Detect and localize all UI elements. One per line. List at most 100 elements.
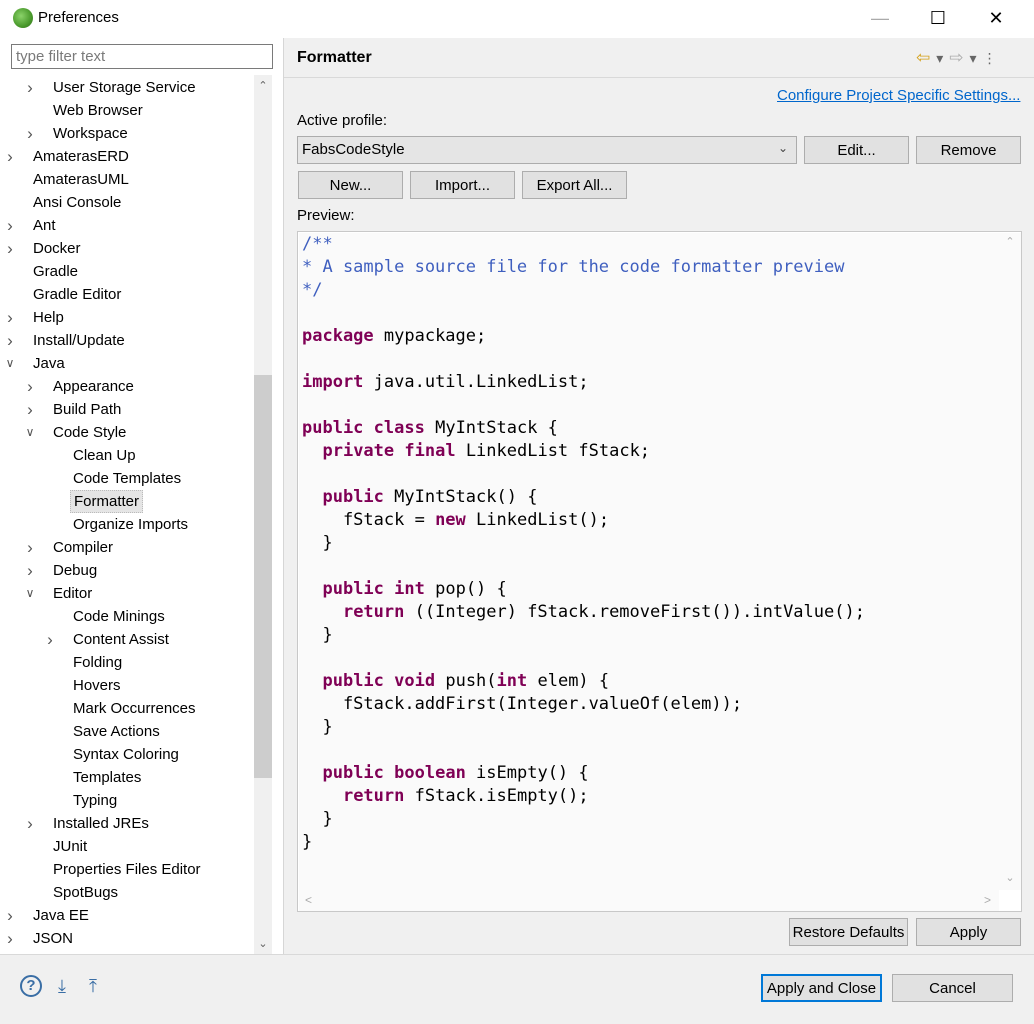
- code-preview-area[interactable]: /** * A sample source file for the code f…: [299, 233, 999, 890]
- chevron-down-icon[interactable]: ∨: [24, 421, 36, 444]
- tree-item[interactable]: › Ant: [0, 214, 255, 237]
- tree-item[interactable]: Organize Imports: [0, 513, 255, 536]
- tree-item[interactable]: › AmaterasERD: [0, 145, 255, 168]
- tree-item[interactable]: Ansi Console: [0, 191, 255, 214]
- preview-vertical-scrollbar[interactable]: ⌃ ⌄: [999, 233, 1021, 890]
- scroll-up-icon[interactable]: ⌃: [254, 77, 272, 95]
- chevron-right-icon[interactable]: ›: [24, 122, 36, 145]
- chevron-right-icon[interactable]: ›: [4, 237, 16, 260]
- scroll-down-icon[interactable]: ⌄: [254, 935, 272, 953]
- tree-item[interactable]: › Docker: [0, 237, 255, 260]
- code-token: mypackage;: [373, 326, 487, 346]
- tree-item[interactable]: Clean Up: [0, 444, 255, 467]
- tree-item-label: Help: [33, 309, 64, 326]
- tree-item[interactable]: › Installed JREs: [0, 812, 255, 835]
- scrollbar-thumb[interactable]: [254, 375, 272, 778]
- export-icon[interactable]: ⤒: [82, 975, 104, 997]
- tree-item[interactable]: Hovers: [0, 674, 255, 697]
- tree-item[interactable]: › User Storage Service: [0, 76, 255, 99]
- export-all-button[interactable]: Export All...: [522, 171, 627, 199]
- code-line: public MyIntStack() {: [302, 486, 865, 509]
- tree-item[interactable]: ∨ Java: [0, 352, 255, 375]
- tree-item[interactable]: Folding: [0, 651, 255, 674]
- help-icon[interactable]: ?: [20, 975, 42, 997]
- chevron-right-icon[interactable]: ›: [24, 76, 36, 99]
- tree-scrollbar[interactable]: ⌃ ⌄: [254, 75, 272, 954]
- view-menu-icon[interactable]: ⋮: [983, 50, 997, 67]
- tree-item[interactable]: Code Templates: [0, 467, 255, 490]
- tree-item[interactable]: Save Actions: [0, 720, 255, 743]
- tree-item[interactable]: Properties Files Editor: [0, 858, 255, 881]
- tree-item-label: AmaterasUML: [33, 171, 129, 188]
- preview-horizontal-scrollbar[interactable]: < >: [299, 890, 999, 911]
- new-profile-button[interactable]: New...: [298, 171, 403, 199]
- remove-button[interactable]: Remove: [916, 136, 1021, 164]
- maximize-button[interactable]: ☐: [909, 0, 967, 36]
- forward-dropdown-icon[interactable]: ▾: [970, 50, 977, 67]
- chevron-down-icon[interactable]: ∨: [4, 352, 16, 375]
- dialog-footer: ? ⤓ ⤒ Apply and Close Cancel: [0, 954, 1034, 1024]
- scroll-right-icon[interactable]: >: [984, 893, 991, 907]
- restore-defaults-button[interactable]: Restore Defaults: [789, 918, 908, 946]
- profile-select[interactable]: FabsCodeStyle ⌄: [297, 136, 797, 164]
- tree-item[interactable]: Typing: [0, 789, 255, 812]
- chevron-right-icon[interactable]: ›: [4, 329, 16, 352]
- back-arrow-icon[interactable]: ⇦: [916, 48, 930, 68]
- cancel-button[interactable]: Cancel: [892, 974, 1013, 1002]
- tree-item[interactable]: › Workspace: [0, 122, 255, 145]
- chevron-right-icon[interactable]: ›: [4, 214, 16, 237]
- tree-item[interactable]: JUnit: [0, 835, 255, 858]
- tree-item[interactable]: Formatter: [0, 490, 255, 513]
- import-icon[interactable]: ⤓: [51, 975, 73, 997]
- tree-item[interactable]: › Debug: [0, 559, 255, 582]
- tree-item[interactable]: Gradle: [0, 260, 255, 283]
- apply-and-close-button[interactable]: Apply and Close: [761, 974, 882, 1002]
- scroll-left-icon[interactable]: <: [305, 893, 312, 907]
- tree-item[interactable]: ∨ Code Style: [0, 421, 255, 444]
- configure-project-settings-link[interactable]: Configure Project Specific Settings...: [777, 87, 1020, 104]
- tree-item[interactable]: › Content Assist: [0, 628, 255, 651]
- tree-item[interactable]: AmaterasUML: [0, 168, 255, 191]
- tree-item[interactable]: › Java EE: [0, 904, 255, 927]
- chevron-right-icon[interactable]: ›: [24, 812, 36, 835]
- code-line: }: [302, 808, 865, 831]
- tree-item-label: Docker: [33, 240, 81, 257]
- tree-item[interactable]: › Compiler: [0, 536, 255, 559]
- apply-button[interactable]: Apply: [916, 918, 1021, 946]
- chevron-down-icon[interactable]: ∨: [24, 582, 36, 605]
- scroll-up-icon[interactable]: ⌃: [999, 235, 1021, 248]
- tree-item[interactable]: › Help: [0, 306, 255, 329]
- chevron-right-icon[interactable]: ›: [4, 927, 16, 950]
- chevron-right-icon[interactable]: ›: [4, 306, 16, 329]
- chevron-right-icon[interactable]: ›: [24, 375, 36, 398]
- tree-item[interactable]: ∨ Editor: [0, 582, 255, 605]
- scroll-down-icon[interactable]: ⌄: [999, 871, 1021, 884]
- import-profile-button[interactable]: Import...: [410, 171, 515, 199]
- pane-divider[interactable]: [283, 38, 284, 954]
- back-dropdown-icon[interactable]: ▾: [936, 50, 943, 67]
- tree-item[interactable]: Code Minings: [0, 605, 255, 628]
- tree-item-label: Clean Up: [73, 447, 136, 464]
- tree-item[interactable]: › Build Path: [0, 398, 255, 421]
- chevron-right-icon[interactable]: ›: [24, 398, 36, 421]
- tree-item[interactable]: SpotBugs: [0, 881, 255, 904]
- tree-item[interactable]: Templates: [0, 766, 255, 789]
- chevron-right-icon[interactable]: ›: [4, 145, 16, 168]
- forward-arrow-icon[interactable]: ⇨: [949, 48, 963, 68]
- filter-input[interactable]: [11, 44, 273, 69]
- chevron-right-icon[interactable]: ›: [44, 628, 56, 651]
- tree-item[interactable]: Mark Occurrences: [0, 697, 255, 720]
- tree-item[interactable]: Gradle Editor: [0, 283, 255, 306]
- tree-item-label: Java EE: [33, 907, 89, 924]
- chevron-right-icon[interactable]: ›: [4, 904, 16, 927]
- tree-item[interactable]: › Install/Update: [0, 329, 255, 352]
- tree-item[interactable]: Syntax Coloring: [0, 743, 255, 766]
- close-button[interactable]: ✕: [967, 0, 1025, 36]
- tree-item[interactable]: Web Browser: [0, 99, 255, 122]
- chevron-right-icon[interactable]: ›: [24, 536, 36, 559]
- edit-button[interactable]: Edit...: [804, 136, 909, 164]
- minimize-button[interactable]: —: [851, 0, 909, 36]
- tree-item[interactable]: › Appearance: [0, 375, 255, 398]
- chevron-right-icon[interactable]: ›: [24, 559, 36, 582]
- tree-item[interactable]: › JSON: [0, 927, 255, 950]
